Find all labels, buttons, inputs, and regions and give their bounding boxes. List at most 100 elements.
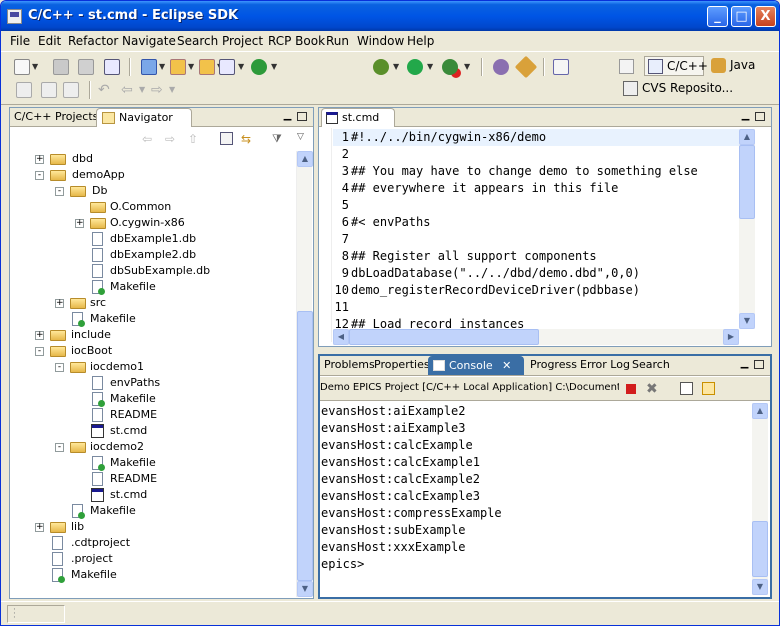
console-vertical-scrollbar[interactable]: ▲ ▼: [752, 403, 768, 595]
menu-run[interactable]: Run: [326, 34, 349, 48]
perspective-cvs[interactable]: CVS Reposito...: [620, 79, 770, 99]
search-tool-icon[interactable]: [514, 55, 538, 79]
last-edit-location-icon[interactable]: [63, 82, 79, 98]
tab-properties[interactable]: Properties: [370, 356, 434, 375]
menu-file[interactable]: File: [10, 34, 30, 48]
scroll-up-icon[interactable]: ▲: [739, 129, 755, 145]
expand-toggle[interactable]: -: [35, 347, 44, 356]
minimize-view-icon[interactable]: ▁: [740, 111, 751, 122]
scroll-down-icon[interactable]: ▼: [752, 579, 768, 595]
external-tools-dropdown-icon[interactable]: ▼: [464, 59, 471, 75]
expand-toggle[interactable]: -: [55, 187, 64, 196]
new-icon[interactable]: [14, 59, 30, 75]
expand-toggle[interactable]: +: [35, 331, 44, 340]
forward-icon[interactable]: ⇨: [165, 132, 175, 146]
debug-dropdown-icon[interactable]: ▼: [393, 59, 400, 75]
scroll-left-icon[interactable]: ◀: [333, 329, 349, 345]
scroll-up-icon[interactable]: ▲: [297, 151, 313, 167]
debug-icon[interactable]: [373, 59, 389, 75]
scroll-down-icon[interactable]: ▼: [297, 581, 313, 597]
menu-search[interactable]: Search: [177, 34, 218, 48]
new-folder-icon[interactable]: [170, 59, 186, 75]
maximize-view-icon[interactable]: [755, 112, 765, 121]
tab-navigator[interactable]: Navigator ✕: [96, 108, 192, 142]
maximize-button[interactable]: □: [731, 6, 752, 27]
link-with-editor-icon[interactable]: ⇆: [241, 132, 251, 146]
file-dropdown-icon[interactable]: ▼: [271, 59, 278, 75]
scroll-up-icon[interactable]: ▲: [752, 403, 768, 419]
new-file-icon[interactable]: [251, 59, 267, 75]
tab-progress[interactable]: Progress: [526, 356, 581, 375]
back-icon[interactable]: ⇦: [142, 132, 152, 146]
menu-project[interactable]: Project: [222, 34, 263, 48]
title-bar[interactable]: C/C++ - st.cmd - Eclipse SDK _ □ X: [1, 1, 779, 31]
run-icon[interactable]: [407, 59, 423, 75]
scroll-thumb[interactable]: [349, 329, 539, 345]
editor-horizontal-scrollbar[interactable]: ◀ ▶: [333, 329, 739, 345]
cpp-project-dropdown-icon[interactable]: ▼: [159, 59, 166, 75]
menu-refactor[interactable]: Refactor: [68, 34, 118, 48]
code-editor[interactable]: 1 #!../../bin/cygwin-x86/demo 2 3 ## You m…: [333, 129, 739, 331]
minimize-view-icon[interactable]: ▁: [739, 359, 750, 370]
external-tools-icon[interactable]: [442, 59, 458, 75]
task-list-icon[interactable]: [553, 59, 569, 75]
maximize-view-icon[interactable]: [297, 112, 307, 121]
navigator-vertical-scrollbar[interactable]: ▲ ▼: [296, 151, 313, 597]
menu-rcp-book[interactable]: RCP Book: [268, 34, 325, 48]
expand-toggle[interactable]: -: [55, 363, 64, 372]
expand-toggle[interactable]: +: [55, 299, 64, 308]
editor-vertical-scrollbar[interactable]: ▲ ▼: [739, 129, 755, 329]
close-button[interactable]: X: [755, 6, 776, 27]
scroll-thumb[interactable]: [739, 145, 755, 219]
run-dropdown-icon[interactable]: ▼: [427, 59, 434, 75]
save-icon[interactable]: [53, 59, 69, 75]
maximize-view-icon[interactable]: [754, 360, 764, 369]
forward-icon[interactable]: ⇨: [151, 82, 167, 98]
tab-search[interactable]: Search: [628, 356, 674, 375]
back-icon[interactable]: ⇦: [121, 82, 137, 98]
tab-console[interactable]: Console ✕: [428, 356, 524, 375]
expand-toggle[interactable]: -: [55, 443, 64, 452]
perspective-java[interactable]: Java: [708, 56, 768, 76]
scroll-down-icon[interactable]: ▼: [739, 313, 755, 329]
next-annotation-icon[interactable]: [16, 82, 32, 98]
new-dropdown-icon[interactable]: ▼: [32, 59, 39, 75]
clear-console-icon[interactable]: [680, 382, 693, 395]
new-class-icon[interactable]: [219, 59, 235, 75]
open-perspective-team-icon[interactable]: [493, 59, 509, 75]
perspective-cpp[interactable]: C/C++: [644, 56, 708, 76]
drag-handle-icon[interactable]: · · ·: [13, 606, 16, 623]
view-menu-icon[interactable]: ▽: [297, 132, 304, 142]
menu-window[interactable]: Window: [357, 34, 404, 48]
collapse-all-icon[interactable]: [220, 132, 233, 145]
scroll-lock-icon[interactable]: [702, 382, 715, 395]
open-perspective-button[interactable]: [616, 57, 640, 77]
back-dropdown-icon[interactable]: ▼: [139, 82, 146, 98]
back-history-icon[interactable]: ↶: [98, 82, 114, 98]
up-icon[interactable]: ⇧: [188, 132, 198, 146]
menu-help[interactable]: Help: [407, 34, 434, 48]
tab-st-cmd[interactable]: st.cmd ✕: [321, 108, 395, 142]
class-dropdown-icon[interactable]: ▼: [238, 59, 245, 75]
new-cpp-project-icon[interactable]: [141, 59, 157, 75]
scroll-thumb[interactable]: [752, 521, 768, 577]
expand-toggle[interactable]: +: [75, 219, 84, 228]
expand-toggle[interactable]: -: [35, 171, 44, 180]
scroll-right-icon[interactable]: ▶: [723, 329, 739, 345]
terminate-icon[interactable]: [626, 384, 636, 394]
minimize-view-icon[interactable]: ▁: [282, 111, 293, 122]
new-source-folder-icon[interactable]: [199, 59, 215, 75]
tab-cpp-projects[interactable]: C/C++ Projects: [10, 108, 102, 127]
build-icon[interactable]: [104, 59, 120, 75]
expand-toggle[interactable]: +: [35, 155, 44, 164]
previous-annotation-icon[interactable]: [41, 82, 57, 98]
scroll-thumb[interactable]: [297, 311, 313, 581]
expand-toggle[interactable]: +: [35, 523, 44, 532]
filter-icon[interactable]: ⧩: [272, 132, 282, 146]
forward-dropdown-icon[interactable]: ▼: [169, 82, 176, 98]
menu-edit[interactable]: Edit: [38, 34, 61, 48]
minimize-button[interactable]: _: [707, 6, 728, 27]
console-output[interactable]: evansHost:aiExample2 evansHost:aiExample…: [321, 403, 751, 595]
folder-dropdown-icon[interactable]: ▼: [188, 59, 195, 75]
remove-launch-icon[interactable]: ✖: [646, 381, 658, 397]
